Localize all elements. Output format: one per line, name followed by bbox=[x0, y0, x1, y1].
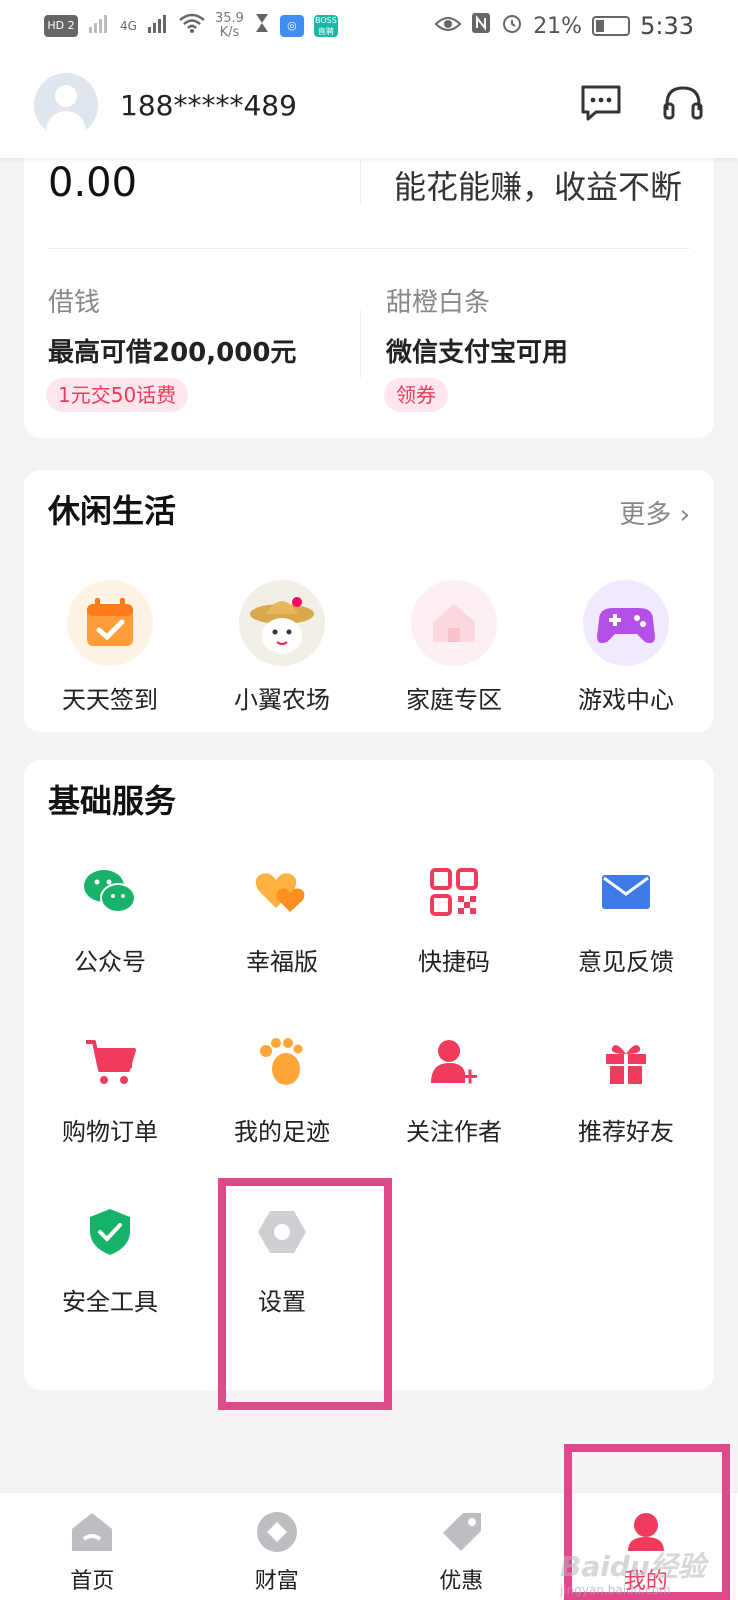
calendar-check-icon bbox=[67, 580, 153, 666]
baitiao-label[interactable]: 甜橙白条 bbox=[386, 282, 490, 319]
leisure-item-checkin[interactable]: 天天签到 bbox=[24, 580, 196, 715]
boss-app-icon: BOSS 直聘 bbox=[313, 15, 338, 37]
balance-amount[interactable]: 0.00 bbox=[48, 160, 137, 206]
wifi-icon bbox=[179, 13, 205, 39]
header-actions bbox=[580, 84, 704, 126]
service-wechat[interactable]: 公众号 bbox=[24, 864, 196, 977]
borrow-headline[interactable]: 最高可借200,000元 bbox=[48, 332, 296, 369]
service-label: 推荐好友 bbox=[578, 1118, 674, 1146]
watermark-brand: Baidu经验 bbox=[560, 1550, 706, 1583]
shield-check-icon bbox=[80, 1204, 140, 1260]
divider bbox=[48, 248, 690, 249]
service-footprints[interactable]: 我的足迹 bbox=[196, 1034, 368, 1147]
tab-offers[interactable]: 优惠 bbox=[369, 1493, 554, 1600]
leisure-item-label: 天天签到 bbox=[62, 686, 158, 714]
service-quick-code[interactable]: 快捷码 bbox=[368, 864, 540, 977]
net-speed-value: 35.9 bbox=[214, 11, 244, 26]
borrow-label[interactable]: 借钱 bbox=[48, 282, 100, 319]
footprint-icon bbox=[252, 1034, 312, 1090]
hearts-icon bbox=[252, 864, 312, 920]
leisure-item-label: 游戏中心 bbox=[578, 686, 674, 714]
wealth-icon bbox=[255, 1512, 299, 1557]
service-happy-edition[interactable]: 幸福版 bbox=[196, 864, 368, 977]
status-right: 21% 5:33 bbox=[434, 12, 694, 40]
status-left: HD 2 4G 35.9 K/s ◎ BOSS 直聘 bbox=[44, 12, 338, 40]
avatar[interactable] bbox=[34, 73, 98, 137]
follow-user-icon bbox=[424, 1034, 484, 1090]
service-orders[interactable]: 购物订单 bbox=[24, 1034, 196, 1147]
tab-home[interactable]: 首页 bbox=[0, 1493, 185, 1600]
nfc-icon bbox=[471, 12, 491, 40]
baitiao-headline[interactable]: 微信支付宝可用 bbox=[386, 332, 568, 369]
tab-label: 优惠 bbox=[439, 1569, 484, 1594]
signal-icon-2 bbox=[147, 13, 169, 39]
baitiao-tag[interactable]: 领券 bbox=[384, 378, 448, 412]
home-icon bbox=[70, 1513, 114, 1557]
leisure-item-label: 家庭专区 bbox=[406, 686, 502, 714]
family-zone-icon bbox=[411, 580, 497, 666]
network-badge: 4G bbox=[120, 19, 137, 33]
service-feedback[interactable]: 意见反馈 bbox=[540, 864, 712, 977]
status-bar: HD 2 4G 35.9 K/s ◎ BOSS 直聘 21% 5:33 bbox=[0, 0, 738, 52]
tab-label: 首页 bbox=[70, 1569, 115, 1594]
signal-icon bbox=[88, 13, 110, 39]
hourglass-icon bbox=[254, 13, 270, 39]
leisure-item-label: 小翼农场 bbox=[234, 686, 330, 714]
service-label: 快捷码 bbox=[418, 948, 490, 976]
divider bbox=[360, 310, 361, 378]
watermark-url: jingyan.baidu.com bbox=[560, 1583, 671, 1597]
leisure-card: 休闲生活 更多 › 天天签到 小翼农场 家庭专区 游戏中心 bbox=[24, 470, 714, 732]
service-label: 我的足迹 bbox=[234, 1118, 330, 1146]
service-label: 购物订单 bbox=[62, 1118, 158, 1146]
highlight-box-settings bbox=[218, 1178, 392, 1410]
tab-wealth[interactable]: 财富 bbox=[185, 1493, 370, 1600]
coupon-tag-icon bbox=[439, 1513, 483, 1557]
profile-header: 188*****489 bbox=[0, 52, 738, 158]
battery-icon bbox=[592, 16, 631, 36]
tab-label: 财富 bbox=[254, 1569, 299, 1594]
divider bbox=[360, 160, 361, 204]
borrow-tag[interactable]: 1元交50话费 bbox=[46, 378, 189, 412]
hd-badge: HD 2 bbox=[44, 15, 78, 37]
alarm-icon bbox=[501, 12, 523, 40]
message-icon[interactable] bbox=[580, 84, 622, 126]
service-refer-friend[interactable]: 推荐好友 bbox=[540, 1034, 712, 1147]
service-label: 关注作者 bbox=[406, 1118, 502, 1146]
headset-icon[interactable] bbox=[662, 84, 704, 126]
mail-icon bbox=[596, 864, 656, 920]
more-link[interactable]: 更多 › bbox=[619, 494, 690, 531]
app-notify-icon: ◎ bbox=[279, 15, 304, 37]
service-security[interactable]: 安全工具 bbox=[24, 1204, 196, 1317]
leisure-item-farm[interactable]: 小翼农场 bbox=[196, 580, 368, 715]
farm-mascot-icon bbox=[239, 580, 325, 666]
net-speed: 35.9 K/s bbox=[215, 12, 244, 40]
cart-icon bbox=[80, 1034, 140, 1090]
qrcode-icon bbox=[424, 864, 484, 920]
baidu-watermark: Baidu经验 jingyan.baidu.com bbox=[560, 1545, 706, 1597]
gift-icon bbox=[596, 1034, 656, 1090]
wallet-slogan[interactable]: 能花能赚，收益不断 bbox=[394, 162, 682, 208]
leisure-item-family[interactable]: 家庭专区 bbox=[368, 580, 540, 715]
eye-icon bbox=[434, 14, 462, 39]
service-label: 意见反馈 bbox=[578, 948, 674, 976]
leisure-item-games[interactable]: 游戏中心 bbox=[540, 580, 712, 715]
clock: 5:33 bbox=[640, 12, 694, 40]
service-label: 公众号 bbox=[74, 948, 146, 976]
net-speed-unit: K/s bbox=[219, 25, 240, 40]
gamepad-icon bbox=[583, 580, 669, 666]
service-follow-author[interactable]: 关注作者 bbox=[368, 1034, 540, 1147]
leisure-title: 休闲生活 bbox=[48, 492, 177, 530]
wallet-card: 0.00 能花能赚，收益不断 借钱 最高可借200,000元 1元交50话费 甜… bbox=[24, 150, 714, 438]
more-label: 更多 bbox=[619, 500, 672, 530]
chevron-right-icon: › bbox=[679, 500, 690, 530]
service-label: 幸福版 bbox=[246, 948, 318, 976]
basic-title: 基础服务 bbox=[48, 782, 177, 820]
service-label: 安全工具 bbox=[62, 1288, 158, 1316]
wechat-icon bbox=[80, 864, 140, 920]
user-phone[interactable]: 188*****489 bbox=[120, 89, 297, 122]
battery-percent: 21% bbox=[533, 13, 583, 39]
